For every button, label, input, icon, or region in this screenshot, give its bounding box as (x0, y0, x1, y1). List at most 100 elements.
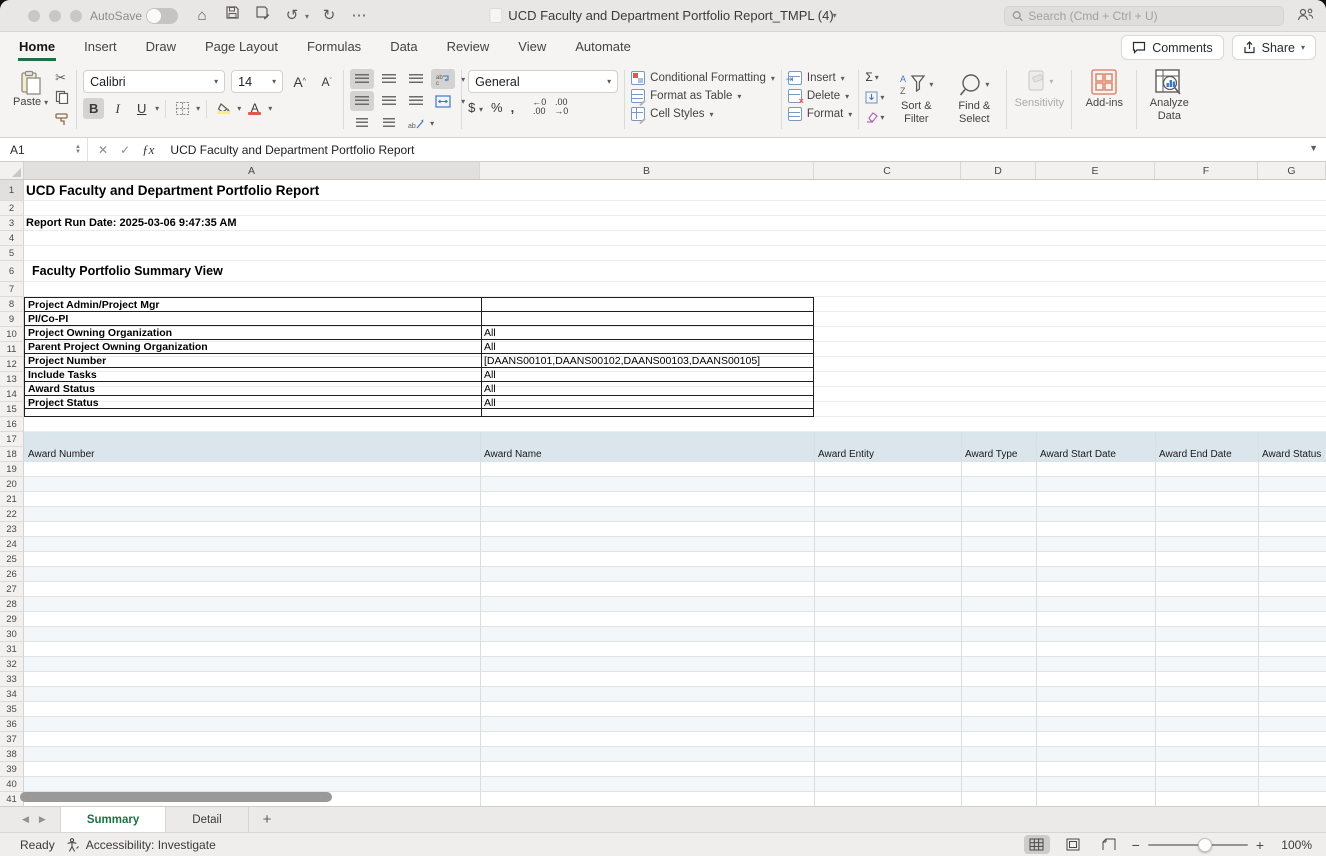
grid-row-7[interactable] (24, 282, 1326, 297)
column-header-A[interactable]: A (24, 162, 480, 179)
comments-button[interactable]: Comments (1121, 35, 1223, 60)
row-header-34[interactable]: 34 (0, 687, 24, 702)
grid-row-16[interactable] (24, 417, 1326, 432)
font-color-chevron-icon[interactable]: ▾ (268, 104, 272, 113)
row-header-24[interactable]: 24 (0, 537, 24, 552)
row-header-9[interactable]: 9 (0, 312, 24, 327)
zoom-window-button[interactable] (70, 10, 82, 22)
filter-row-2[interactable]: PI/Co-PI (25, 312, 813, 326)
row-header-33[interactable]: 33 (0, 672, 24, 687)
row-header-23[interactable]: 23 (0, 522, 24, 537)
currency-icon[interactable]: $ ▾ (468, 100, 483, 115)
insert-function-icon[interactable]: ƒx (142, 142, 154, 158)
font-size-select[interactable]: 14▾ (231, 70, 283, 93)
orientation-chevron-icon[interactable]: ▾ (430, 119, 434, 128)
align-middle-icon[interactable] (377, 69, 401, 89)
select-all-corner[interactable] (0, 162, 24, 179)
zoom-slider-thumb[interactable] (1198, 838, 1212, 852)
decrease-decimal-icon[interactable]: .00→0 (554, 98, 568, 116)
row-header-28[interactable]: 28 (0, 597, 24, 612)
filter-row-3[interactable]: Project Owning OrganizationAll (25, 326, 813, 340)
row-header-20[interactable]: 20 (0, 477, 24, 492)
grid-row-24[interactable] (24, 537, 1326, 552)
page-break-view-icon[interactable] (1096, 835, 1122, 854)
find-select-button[interactable]: ▾ Find & Select (948, 69, 1000, 133)
grid-row-17[interactable] (24, 432, 1326, 447)
zoom-slider[interactable] (1148, 844, 1248, 846)
grid-row-21[interactable] (24, 492, 1326, 507)
underline-chevron-icon[interactable]: ▾ (155, 104, 159, 113)
row-header-35[interactable]: 35 (0, 702, 24, 717)
grid-row-23[interactable] (24, 522, 1326, 537)
row-header-39[interactable]: 39 (0, 762, 24, 777)
row-header-3[interactable]: 3 (0, 216, 24, 231)
award-header-3[interactable]: Award Entity (818, 447, 874, 462)
prev-sheet-icon[interactable]: ◀ (22, 814, 29, 825)
row-header-17[interactable]: 17 (0, 432, 24, 447)
zoom-out-icon[interactable]: − (1132, 837, 1140, 853)
redo-icon[interactable]: ↻ (319, 5, 339, 27)
grid-row-37[interactable] (24, 732, 1326, 747)
filter-row-7[interactable]: Award StatusAll (25, 382, 813, 396)
delete-cells-button[interactable]: × Delete▾ (788, 89, 852, 103)
document-title[interactable]: UCD Faculty and Department Portfolio Rep… (489, 8, 836, 23)
row-header-13[interactable]: 13 (0, 372, 24, 387)
increase-indent-icon[interactable] (377, 113, 401, 133)
row-header-27[interactable]: 27 (0, 582, 24, 597)
grid-row-33[interactable] (24, 672, 1326, 687)
wrap-text-chevron-icon[interactable]: ▾ (461, 75, 465, 84)
spreadsheet-grid[interactable]: 1234567891011121314151617181920212223242… (0, 180, 1326, 806)
grid-row-36[interactable] (24, 717, 1326, 732)
filter-row-5[interactable]: Project Number[DAANS00101,DAANS00102,DAA… (25, 354, 813, 368)
format-as-table-button[interactable]: Format as Table▾ (631, 89, 775, 103)
merge-center-icon[interactable]: ▾ (431, 91, 455, 111)
merge-chevron-icon[interactable]: ▾ (461, 97, 465, 106)
align-top-icon[interactable] (350, 69, 374, 89)
fill-color-chevron-icon[interactable]: ▾ (237, 104, 241, 113)
award-header-7[interactable]: Award Status (1262, 447, 1321, 462)
row-header-37[interactable]: 37 (0, 732, 24, 747)
grid-row-30[interactable] (24, 627, 1326, 642)
more-commands-icon[interactable]: ⋯ (349, 5, 369, 27)
row-header-22[interactable]: 22 (0, 507, 24, 522)
grid-row-32[interactable] (24, 657, 1326, 672)
cut-icon[interactable]: ✂ (55, 71, 70, 85)
grid-row-27[interactable] (24, 582, 1326, 597)
tab-page-layout[interactable]: Page Layout (204, 34, 279, 61)
conditional-formatting-button[interactable]: Conditional Formatting▾ (631, 71, 775, 85)
grid-row-28[interactable] (24, 597, 1326, 612)
section-title-cell[interactable]: Faculty Portfolio Summary View (32, 261, 223, 282)
copy-icon[interactable] (55, 90, 70, 107)
row-header-11[interactable]: 11 (0, 342, 24, 357)
sheet-tab-summary[interactable]: Summary (60, 807, 166, 832)
grid-row-35[interactable] (24, 702, 1326, 717)
insert-cells-button[interactable]: ⇥ Insert▾ (788, 71, 852, 85)
row-header-8[interactable]: 8 (0, 297, 24, 312)
percent-icon[interactable]: % (491, 100, 503, 115)
grid-row-29[interactable] (24, 612, 1326, 627)
grid-row-38[interactable] (24, 747, 1326, 762)
grid-row-39[interactable] (24, 762, 1326, 777)
clear-icon[interactable]: ▾ (865, 109, 884, 125)
formula-bar-expand-icon[interactable]: ▼ (1309, 143, 1318, 153)
save-icon[interactable] (222, 5, 242, 27)
undo-icon[interactable]: ↺ (282, 5, 302, 27)
comma-icon[interactable]: , (511, 100, 515, 115)
award-header-6[interactable]: Award End Date (1159, 447, 1232, 462)
font-name-select[interactable]: Calibri▾ (83, 70, 225, 93)
cell-styles-button[interactable]: Cell Styles▾ (631, 107, 775, 121)
column-header-F[interactable]: F (1155, 162, 1258, 179)
column-header-B[interactable]: B (480, 162, 814, 179)
bold-button[interactable]: B (83, 98, 104, 119)
autosum-icon[interactable]: Σ ▾ (865, 69, 884, 85)
undo-chevron-icon[interactable]: ▾ (305, 12, 309, 21)
font-color-icon[interactable]: A (244, 98, 265, 119)
grid-row-4[interactable] (24, 231, 1326, 246)
filter-row-8[interactable]: Project StatusAll (25, 396, 813, 409)
search-input[interactable] (1028, 9, 1276, 23)
cancel-entry-icon[interactable]: ✕ (98, 143, 108, 157)
row-header-12[interactable]: 12 (0, 357, 24, 372)
row-header-21[interactable]: 21 (0, 492, 24, 507)
report-run-date-cell[interactable]: Report Run Date: 2025-03-06 9:47:35 AM (26, 216, 237, 231)
tab-formulas[interactable]: Formulas (306, 34, 362, 61)
